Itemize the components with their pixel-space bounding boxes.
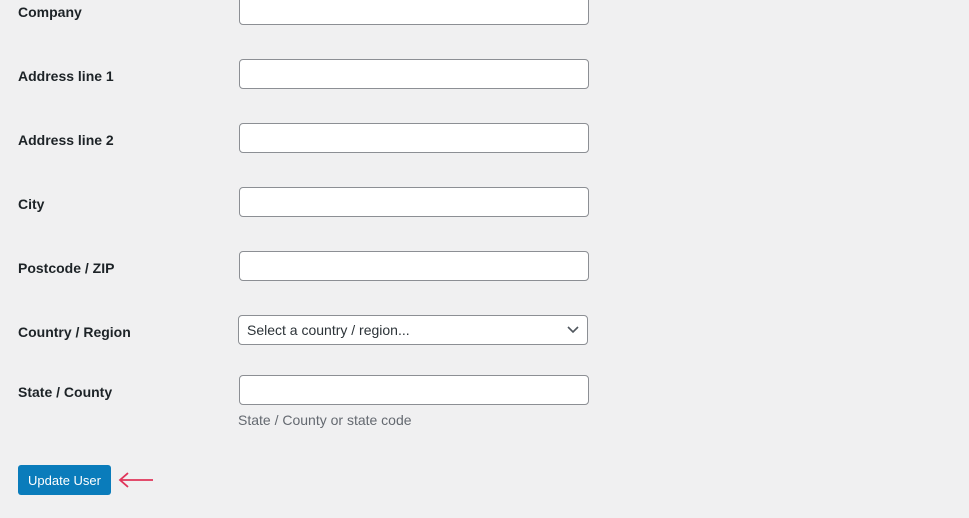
address-line-2-input[interactable]: [239, 123, 589, 153]
company-input[interactable]: [239, 0, 589, 25]
update-user-button[interactable]: Update User: [18, 465, 111, 495]
label-state: State / County: [18, 384, 113, 400]
label-address-line-1: Address line 1: [18, 68, 114, 84]
postcode-input[interactable]: [239, 251, 589, 281]
city-input[interactable]: [239, 187, 589, 217]
arrow-left-icon: [118, 472, 153, 488]
state-description: State / County or state code: [238, 412, 412, 428]
address-line-1-input[interactable]: [239, 59, 589, 89]
label-address-line-2: Address line 2: [18, 132, 114, 148]
country-select[interactable]: Select a country / region...: [238, 315, 588, 345]
chevron-down-icon: [567, 326, 579, 334]
label-city: City: [18, 196, 45, 212]
label-company: Company: [18, 4, 82, 20]
country-select-value: Select a country / region...: [247, 322, 410, 338]
state-input[interactable]: [239, 375, 589, 405]
label-postcode: Postcode / ZIP: [18, 260, 115, 276]
label-country: Country / Region: [18, 324, 131, 340]
